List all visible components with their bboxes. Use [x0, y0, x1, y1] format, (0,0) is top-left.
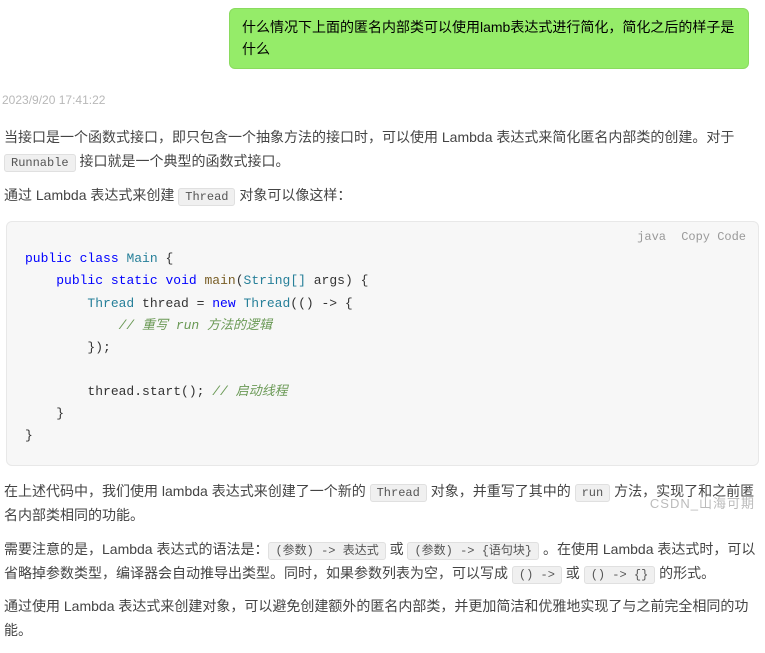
reply-paragraph: 通过 Lambda 表达式来创建 Thread 对象可以像这样： [4, 184, 761, 208]
user-message-row: 什么情况下上面的匿名内部类可以使用lamb表达式进行简化，简化之后的样子是什么 [0, 0, 765, 73]
inline-code: Runnable [4, 154, 76, 172]
inline-code: (参数) -> 表达式 [268, 542, 385, 560]
inline-code: run [575, 484, 611, 502]
code-content[interactable]: public class Main { public static void m… [7, 230, 758, 457]
code-language-label: java [637, 230, 666, 244]
reply-paragraph: 需要注意的是，Lambda 表达式的语法是：(参数) -> 表达式 或 (参数)… [4, 538, 761, 586]
code-block: java Copy Code public class Main { publi… [6, 221, 759, 466]
inline-code: Thread [370, 484, 427, 502]
watermark: CSDN_山海可期 [650, 494, 755, 515]
code-block-header: java Copy Code [629, 228, 746, 247]
inline-code: () -> [512, 566, 562, 584]
inline-code: (参数) -> {语句块} [407, 542, 539, 560]
user-message-bubble[interactable]: 什么情况下上面的匿名内部类可以使用lamb表达式进行简化，简化之后的样子是什么 [229, 8, 749, 69]
inline-code: Thread [178, 188, 235, 206]
inline-code: () -> {} [584, 566, 656, 584]
assistant-reply: 当接口是一个函数式接口，即只包含一个抽象方法的接口时，可以使用 Lambda 表… [0, 126, 765, 643]
reply-paragraph: 通过使用 Lambda 表达式来创建对象，可以避免创建额外的匿名内部类，并更加简… [4, 595, 761, 643]
reply-paragraph: 当接口是一个函数式接口，即只包含一个抽象方法的接口时，可以使用 Lambda 表… [4, 126, 761, 174]
reply-paragraph: 在上述代码中，我们使用 lambda 表达式来创建了一个新的 Thread 对象… [4, 480, 761, 528]
message-timestamp: 2023/9/20 17:41:22 [0, 73, 765, 116]
copy-code-button[interactable]: Copy Code [681, 230, 746, 244]
